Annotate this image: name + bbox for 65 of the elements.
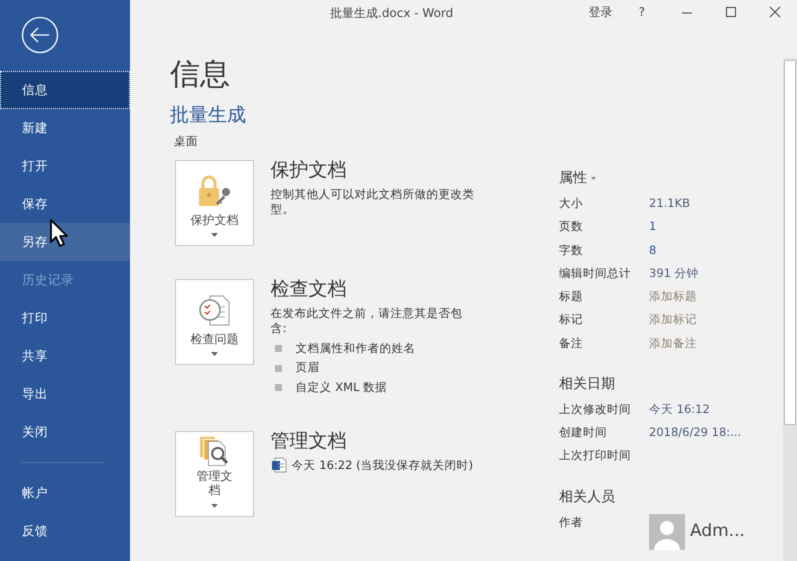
sidebar-item[interactable]: 帐户	[0, 474, 130, 512]
section-heading: 相关日期	[559, 374, 615, 394]
scrollbar-thumb[interactable]	[784, 60, 796, 425]
document-name: 批量生成	[170, 104, 247, 127]
sidebar-item[interactable]: 打开	[0, 147, 130, 185]
section-button[interactable]: 检查问题	[175, 279, 254, 366]
sidebar-item[interactable]: 保存	[0, 185, 130, 223]
bullet-text: 自定义 XML 数据	[296, 380, 388, 396]
property-label: 页数	[559, 218, 584, 236]
help-button[interactable]: ?	[638, 3, 645, 21]
mouse-pointer-icon	[50, 219, 68, 247]
window-title: 批量生成.docx - Word	[330, 5, 454, 22]
sidebar-item[interactable]: 共享	[0, 337, 130, 375]
section-button[interactable]: 保护文档	[175, 160, 254, 246]
property-label: 字数	[559, 242, 584, 259]
property-label: 作者	[559, 514, 584, 531]
property-value: 391 分钟	[649, 264, 699, 282]
section-button[interactable]: 管理文档	[175, 430, 254, 517]
property-label: 创建时间	[559, 424, 608, 442]
caret-icon	[210, 504, 218, 508]
property-value[interactable]: 1	[649, 218, 656, 236]
version-link[interactable]: 今天 16:22 (当我没保存就关闭时)	[292, 458, 474, 474]
sidebar-item[interactable]: 信息	[0, 71, 130, 109]
section-title: 管理文档	[270, 430, 348, 452]
property-value[interactable]: 添加标题	[649, 288, 697, 306]
word-document-icon[interactable]	[270, 457, 287, 474]
section-title: 检查文档	[270, 279, 348, 300]
author-name: Adm...	[690, 520, 745, 543]
page-heading: 信息	[170, 60, 231, 90]
sidebar-item[interactable]: 导出	[0, 375, 130, 413]
property-label: 备注	[559, 334, 584, 352]
avatar-icon	[649, 514, 685, 550]
property-value: 今天 16:12	[649, 400, 710, 418]
property-value: 21.1KB	[649, 195, 690, 212]
scrollbar[interactable]	[783, 58, 797, 561]
sidebar-item[interactable]: 新建	[0, 109, 130, 147]
property-label: 大小	[559, 195, 584, 212]
file-location: 桌面	[174, 132, 199, 150]
property-label: 编辑时间总计	[559, 264, 632, 282]
property-value[interactable]: 添加备注	[649, 334, 697, 352]
property-value[interactable]: 8	[649, 242, 656, 259]
sign-in-link[interactable]: 登录	[588, 3, 613, 21]
property-value: 2018/6/29 18:...	[649, 424, 742, 442]
sidebar-item[interactable]: 打印	[0, 299, 130, 337]
section-description: 在发布此文件之前，请注意其是否包含:	[270, 306, 464, 337]
sidebar-item[interactable]: 关闭	[0, 413, 130, 451]
bullet-text: 页眉	[296, 360, 320, 376]
caret-icon	[210, 352, 218, 356]
section-heading: 属性	[559, 169, 587, 188]
property-label: 上次打印时间	[559, 447, 632, 464]
section-title: 保护文档	[270, 160, 348, 181]
section-description: 控制其他人可以对此文档所做的更改类型。	[270, 186, 475, 218]
property-value[interactable]: 添加标记	[649, 311, 697, 329]
bullet-icon	[274, 345, 282, 352]
caret-icon	[210, 233, 218, 238]
back-icon[interactable]	[21, 16, 59, 54]
property-label: 上次修改时间	[559, 400, 632, 418]
sidebar-item[interactable]: 反馈	[0, 512, 130, 550]
property-label: 标记	[559, 311, 584, 328]
bullet-text: 文档属性和作者的姓名	[296, 340, 416, 356]
bullet-icon	[274, 384, 282, 392]
property-label: 标题	[559, 288, 584, 306]
section-heading: 相关人员	[559, 488, 615, 507]
caret-icon[interactable]	[591, 177, 596, 180]
bullet-icon	[274, 364, 282, 372]
